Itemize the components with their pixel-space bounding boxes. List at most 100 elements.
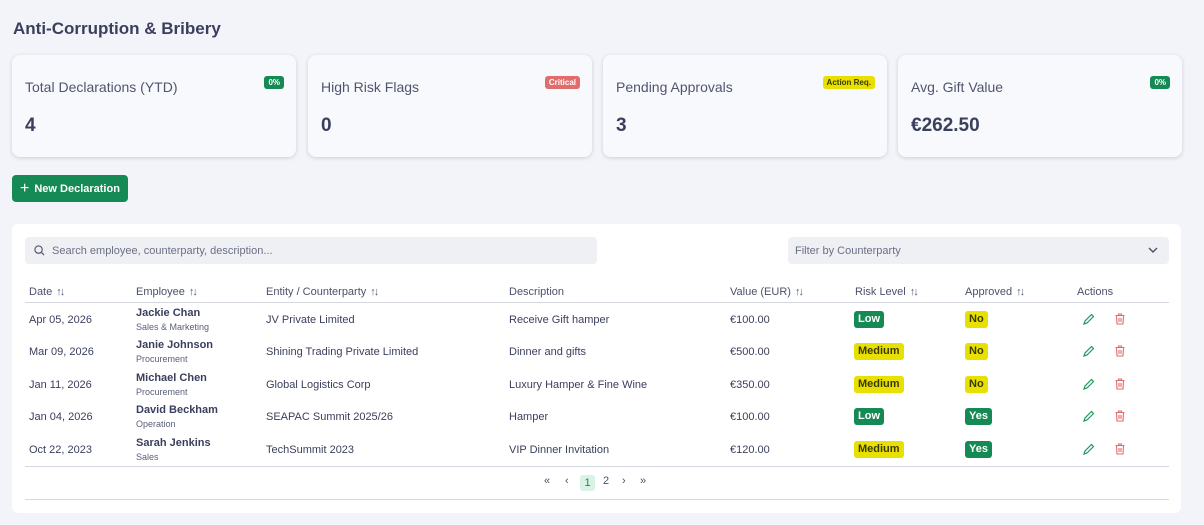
search-input[interactable]: Search employee, counterparty, descripti… — [25, 237, 597, 264]
card-label: High Risk Flags — [321, 79, 420, 95]
employee-department: Sales & Marketing — [136, 322, 210, 332]
header-label: Description — [509, 286, 565, 298]
cell-date: Mar 09, 2026 — [29, 346, 94, 358]
card-avg-gift-value: Avg. Gift Value €262.50 0% — [898, 55, 1182, 157]
status-badge: 0% — [264, 76, 284, 89]
trash-icon[interactable] — [1113, 377, 1127, 391]
status-badge: 0% — [1150, 76, 1170, 89]
employee-name: Jackie Chan — [136, 307, 201, 319]
header-label: Employee — [136, 286, 185, 298]
card-value: 3 — [616, 115, 627, 136]
header-divider — [25, 302, 1169, 303]
cell-date: Jan 04, 2026 — [29, 411, 93, 423]
pagination-last-button[interactable]: » — [640, 475, 646, 487]
table-row: Apr 05, 2026 Jackie Chan Sales & Marketi… — [12, 304, 1181, 337]
trash-icon[interactable] — [1113, 344, 1127, 358]
card-high-risk-flags: High Risk Flags 0 Critical — [308, 55, 592, 157]
pencil-icon[interactable] — [1082, 312, 1096, 326]
cell-description: Luxury Hamper & Fine Wine — [509, 379, 648, 391]
table-row: Jan 11, 2026 Michael Chen Procurement Gl… — [12, 369, 1181, 402]
cell-entity: SEAPAC Summit 2025/26 — [266, 411, 393, 423]
status-badge: Action Req. — [822, 76, 875, 89]
approved-badge: No — [965, 311, 988, 328]
column-header-entity[interactable]: Entity / Counterparty ↑↓ — [266, 286, 379, 298]
column-header-value[interactable]: Value (EUR) ↑↓ — [730, 286, 804, 298]
chevron-down-icon — [1148, 247, 1158, 253]
pagination-page-2[interactable]: 2 — [603, 475, 609, 487]
cell-description: Hamper — [509, 411, 549, 423]
cell-description: Dinner and gifts — [509, 346, 587, 358]
trash-icon[interactable] — [1113, 409, 1127, 423]
declarations-panel: Search employee, counterparty, descripti… — [12, 224, 1181, 513]
header-label: Entity / Counterparty — [266, 286, 367, 298]
search-placeholder: Search employee, counterparty, descripti… — [52, 244, 273, 257]
risk-badge: Medium — [854, 441, 904, 458]
pagination-prev-button[interactable]: ‹ — [565, 475, 569, 487]
card-value: 4 — [25, 115, 36, 136]
table-row: Mar 09, 2026 Janie Johnson Procurement S… — [12, 336, 1181, 369]
card-pending-approvals: Pending Approvals 3 Action Req. — [603, 55, 887, 157]
employee-name: Sarah Jenkins — [136, 437, 211, 449]
risk-badge: Medium — [854, 376, 904, 393]
employee-name: David Beckham — [136, 404, 218, 416]
column-header-employee[interactable]: Employee ↑↓ — [136, 286, 198, 298]
table-footer-divider — [25, 466, 1169, 467]
sort-icon: ↑↓ — [1016, 286, 1025, 298]
counterparty-filter-select[interactable]: Filter by Counterparty — [788, 237, 1169, 264]
risk-badge: Low — [854, 408, 884, 425]
sort-icon: ↑↓ — [794, 286, 804, 298]
column-header-risk-level[interactable]: Risk Level ↑↓ — [855, 286, 919, 298]
cell-date: Apr 05, 2026 — [29, 314, 92, 326]
sort-icon: ↑↓ — [370, 286, 379, 298]
sort-icon: ↑↓ — [56, 286, 65, 298]
card-label: Total Declarations (YTD) — [25, 79, 178, 95]
pagination-page-1[interactable]: 1 — [580, 475, 595, 491]
panel-bottom-divider — [25, 499, 1169, 500]
cell-value: €350.00 — [730, 379, 770, 391]
cell-date: Jan 11, 2026 — [29, 379, 92, 391]
cell-entity: TechSummit 2023 — [266, 444, 355, 456]
search-icon — [34, 245, 45, 256]
trash-icon[interactable] — [1113, 442, 1127, 456]
cell-entity: JV Private Limited — [266, 314, 355, 326]
employee-name: Michael Chen — [136, 372, 207, 384]
sort-icon: ↑↓ — [188, 286, 198, 298]
cell-value: €100.00 — [730, 411, 770, 423]
status-badge: Critical — [544, 76, 580, 89]
column-header-actions: Actions — [1077, 286, 1113, 298]
approved-badge: Yes — [965, 441, 992, 458]
pencil-icon[interactable] — [1082, 409, 1096, 423]
column-header-description: Description — [509, 286, 564, 298]
plus-icon: + — [20, 179, 30, 197]
card-value: 0 — [321, 115, 332, 136]
card-label: Pending Approvals — [616, 79, 733, 95]
employee-department: Sales — [136, 452, 159, 462]
cell-value: €100.00 — [730, 314, 770, 326]
employee-department: Operation — [136, 419, 176, 429]
table-row: Oct 22, 2023 Sarah Jenkins Sales TechSum… — [12, 434, 1181, 467]
table-row: Jan 04, 2026 David Beckham Operation SEA… — [12, 401, 1181, 434]
risk-badge: Low — [854, 311, 884, 328]
header-label: Risk Level — [855, 286, 906, 298]
pagination-next-button[interactable]: › — [622, 475, 626, 487]
approved-badge: No — [965, 376, 988, 393]
filter-placeholder: Filter by Counterparty — [795, 244, 901, 257]
page-title: Anti-Corruption & Bribery — [13, 19, 221, 38]
column-header-approved[interactable]: Approved ↑↓ — [965, 286, 1025, 298]
sort-icon: ↑↓ — [909, 286, 919, 298]
card-total-declarations: Total Declarations (YTD) 4 0% — [12, 55, 296, 157]
cell-description: VIP Dinner Invitation — [509, 444, 610, 456]
pagination-first-button[interactable]: « — [544, 475, 550, 487]
trash-icon[interactable] — [1113, 312, 1127, 326]
header-label: Value (EUR) — [730, 286, 791, 298]
column-header-date[interactable]: Date ↑↓ — [29, 286, 65, 298]
new-declaration-button[interactable]: + New Declaration — [12, 175, 128, 202]
cell-value: €120.00 — [730, 444, 770, 456]
pencil-icon[interactable] — [1082, 442, 1096, 456]
cell-entity: Global Logistics Corp — [266, 379, 371, 391]
pencil-icon[interactable] — [1082, 377, 1096, 391]
pencil-icon[interactable] — [1082, 344, 1096, 358]
new-declaration-label: New Declaration — [34, 182, 120, 195]
header-label: Actions — [1077, 286, 1114, 298]
cell-value: €500.00 — [730, 346, 770, 358]
